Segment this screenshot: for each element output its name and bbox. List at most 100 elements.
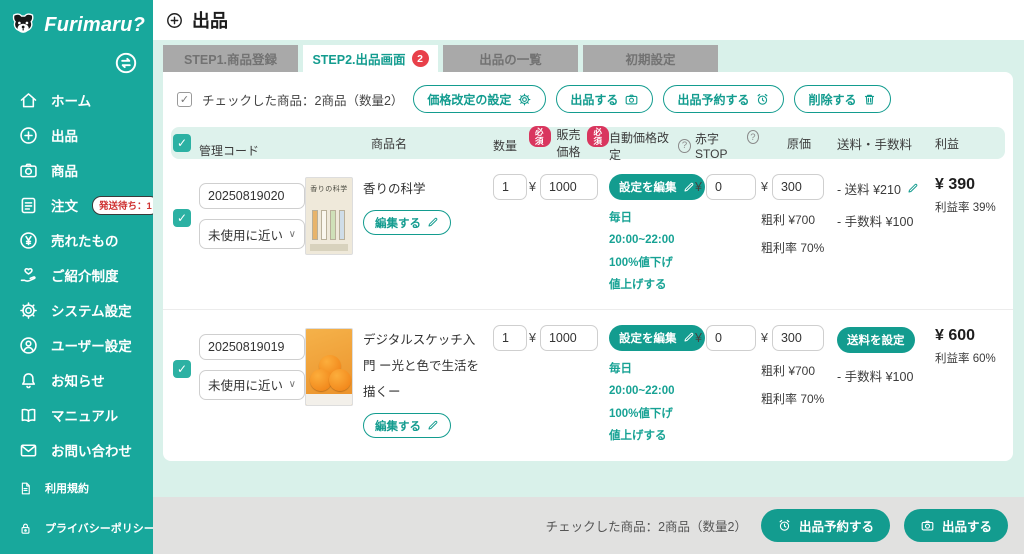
mail-icon	[18, 440, 39, 461]
reserve-listing-button[interactable]: 出品予約する	[663, 85, 784, 113]
yen-label: ¥	[761, 325, 768, 351]
required-badge: 必須	[587, 126, 609, 147]
yen-circle-icon	[18, 230, 39, 251]
sidebar-item-notifications[interactable]: お知らせ	[18, 368, 153, 392]
alarm-icon	[755, 92, 770, 107]
gear-icon	[18, 300, 39, 321]
quantity-input[interactable]	[493, 325, 527, 351]
code-input[interactable]	[199, 334, 305, 360]
reserve-listing-button[interactable]: 出品予約する	[761, 509, 890, 542]
checked-summary: チェックした商品：2商品（数量2）	[202, 90, 403, 109]
tab-step1-register[interactable]: STEP1.商品登録	[163, 45, 298, 72]
pencil-icon	[426, 216, 439, 229]
edit-product-button[interactable]: 編集する	[363, 210, 451, 235]
lock-icon	[18, 521, 33, 536]
select-all-checkbox[interactable]	[177, 92, 192, 107]
plus-circle-icon	[18, 125, 39, 146]
gross-profit-rate: 粗利率 70%	[761, 390, 837, 407]
page-title: 出品	[192, 7, 228, 33]
gross-profit: 粗利 ¥700	[761, 362, 837, 379]
tab-step2-listing[interactable]: STEP2.出品画面 2	[303, 45, 438, 72]
gross-profit-rate: 粗利率 70%	[761, 239, 837, 256]
sidebar-item-orders[interactable]: 注文 発送待ち：1	[18, 193, 153, 217]
col-shipping-fees: 送料・手数料	[837, 134, 935, 153]
col-name: 商品名	[305, 135, 485, 152]
sidebar-item-home[interactable]: ホーム	[18, 88, 153, 112]
user-icon	[18, 335, 39, 356]
table-row: 未使用に近い ∨ 香りの科学 香りの科学 編集する	[163, 159, 1013, 310]
handling-fee: - 手数料 ¥100	[837, 366, 935, 385]
sidebar-item-manual[interactable]: マニュアル	[18, 403, 153, 427]
cost-input[interactable]	[772, 174, 824, 200]
sidebar-nav: ホーム 出品 商品 注文 発送待ち：1 売れたもの ご紹介制度	[0, 78, 153, 462]
col-cost: 原価	[759, 135, 837, 152]
col-red-stop: 赤字STOP ?	[691, 125, 759, 161]
product-image	[305, 328, 353, 406]
auto-price-summary: 毎日 20:00~22:00 100%値下げ 値上げする	[609, 358, 691, 448]
col-qty: 数量	[485, 132, 529, 154]
cost-input[interactable]	[772, 325, 824, 351]
row-checkbox[interactable]	[173, 209, 191, 227]
tab-listing-list[interactable]: 出品の一覧	[443, 45, 578, 72]
trash-icon	[862, 92, 877, 107]
red-stop-input[interactable]	[706, 325, 756, 351]
sidebar-item-sold[interactable]: 売れたもの	[18, 228, 153, 252]
sidebar-item-privacy-policy[interactable]: プライバシーポリシー	[18, 516, 153, 540]
pencil-icon	[426, 419, 439, 432]
sidebar-item-system-settings[interactable]: システム設定	[18, 298, 153, 322]
price-input[interactable]	[540, 174, 598, 200]
set-shipping-button[interactable]: 送料を設定	[837, 327, 915, 353]
handling-fee: - 手数料 ¥100	[837, 211, 935, 230]
list-items-button[interactable]: 出品する	[556, 85, 653, 113]
sidebar-item-terms[interactable]: 利用規約	[18, 476, 153, 500]
edit-product-button[interactable]: 編集する	[363, 413, 451, 438]
document-icon	[18, 481, 33, 496]
sidebar-item-listing[interactable]: 出品	[18, 123, 153, 147]
logo[interactable]: Furimaru?	[0, 6, 153, 40]
red-stop-input[interactable]	[706, 174, 756, 200]
sidebar-item-referral[interactable]: ご紹介制度	[18, 263, 153, 287]
row-checkbox[interactable]	[173, 360, 191, 378]
help-icon[interactable]: ?	[747, 130, 759, 144]
price-input[interactable]	[540, 325, 598, 351]
table-header: 管理コード 商品名 数量 必須 販売価格 必須 自動価格改定 ? 赤字STOP …	[171, 127, 1005, 159]
camera-icon	[624, 92, 639, 107]
pencil-icon[interactable]	[906, 182, 919, 195]
price-revision-settings-button[interactable]: 価格改定の設定	[413, 85, 546, 113]
condition-select[interactable]: 未使用に近い ∨	[199, 370, 305, 400]
collapse-sidebar-icon[interactable]	[113, 50, 139, 76]
shipping-fee: - 送料 ¥210	[837, 179, 935, 198]
yen-label: ¥	[695, 174, 702, 194]
book-icon	[18, 405, 39, 426]
sidebar-item-user-settings[interactable]: ユーザー設定	[18, 333, 153, 357]
sidebar-footer: 利用規約 プライバシーポリシー	[0, 476, 153, 540]
code-input[interactable]	[199, 183, 305, 209]
col-code: 管理コード	[199, 128, 305, 159]
help-icon[interactable]: ?	[678, 139, 691, 153]
table-row: 未使用に近い ∨ デジタルスケッチ入門 ー光と色で生活を描くー 編集する	[163, 310, 1013, 460]
col-auto-price: 自動価格改定 ?	[609, 124, 691, 163]
listing-card: チェックした商品：2商品（数量2） 価格改定の設定 出品する 出品予約する 削除…	[163, 72, 1013, 461]
home-icon	[18, 90, 39, 111]
sidebar-item-contact[interactable]: お問い合わせ	[18, 438, 153, 462]
delete-button[interactable]: 削除する	[794, 85, 891, 113]
tab-initial-settings[interactable]: 初期設定	[583, 45, 718, 72]
profit-rate: 利益率 60%	[935, 350, 1003, 366]
required-badge: 必須	[529, 126, 551, 147]
sidebar-item-products[interactable]: 商品	[18, 158, 153, 182]
list-items-button[interactable]: 出品する	[904, 509, 1008, 542]
profit-amount: ¥ 600	[935, 327, 1003, 345]
header-checkbox[interactable]	[173, 134, 191, 152]
bell-icon	[18, 370, 39, 391]
quantity-input[interactable]	[493, 174, 527, 200]
col-price: 必須 販売価格 必須	[529, 126, 609, 160]
yen-label: ¥	[695, 325, 702, 345]
bottom-action-bar: チェックした商品：2商品（数量2） 出品予約する 出品する	[153, 497, 1024, 554]
yen-label: ¥	[529, 174, 536, 194]
profit-amount: ¥ 390	[935, 176, 1003, 194]
referral-hand-icon	[18, 265, 39, 286]
toolbar: チェックした商品：2商品（数量2） 価格改定の設定 出品する 出品予約する 削除…	[163, 72, 1013, 116]
condition-select[interactable]: 未使用に近い ∨	[199, 219, 305, 249]
page-header: 出品	[153, 0, 1024, 40]
sidebar: Furimaru? ホーム 出品 商品 注文 発送待ち：1	[0, 0, 153, 554]
